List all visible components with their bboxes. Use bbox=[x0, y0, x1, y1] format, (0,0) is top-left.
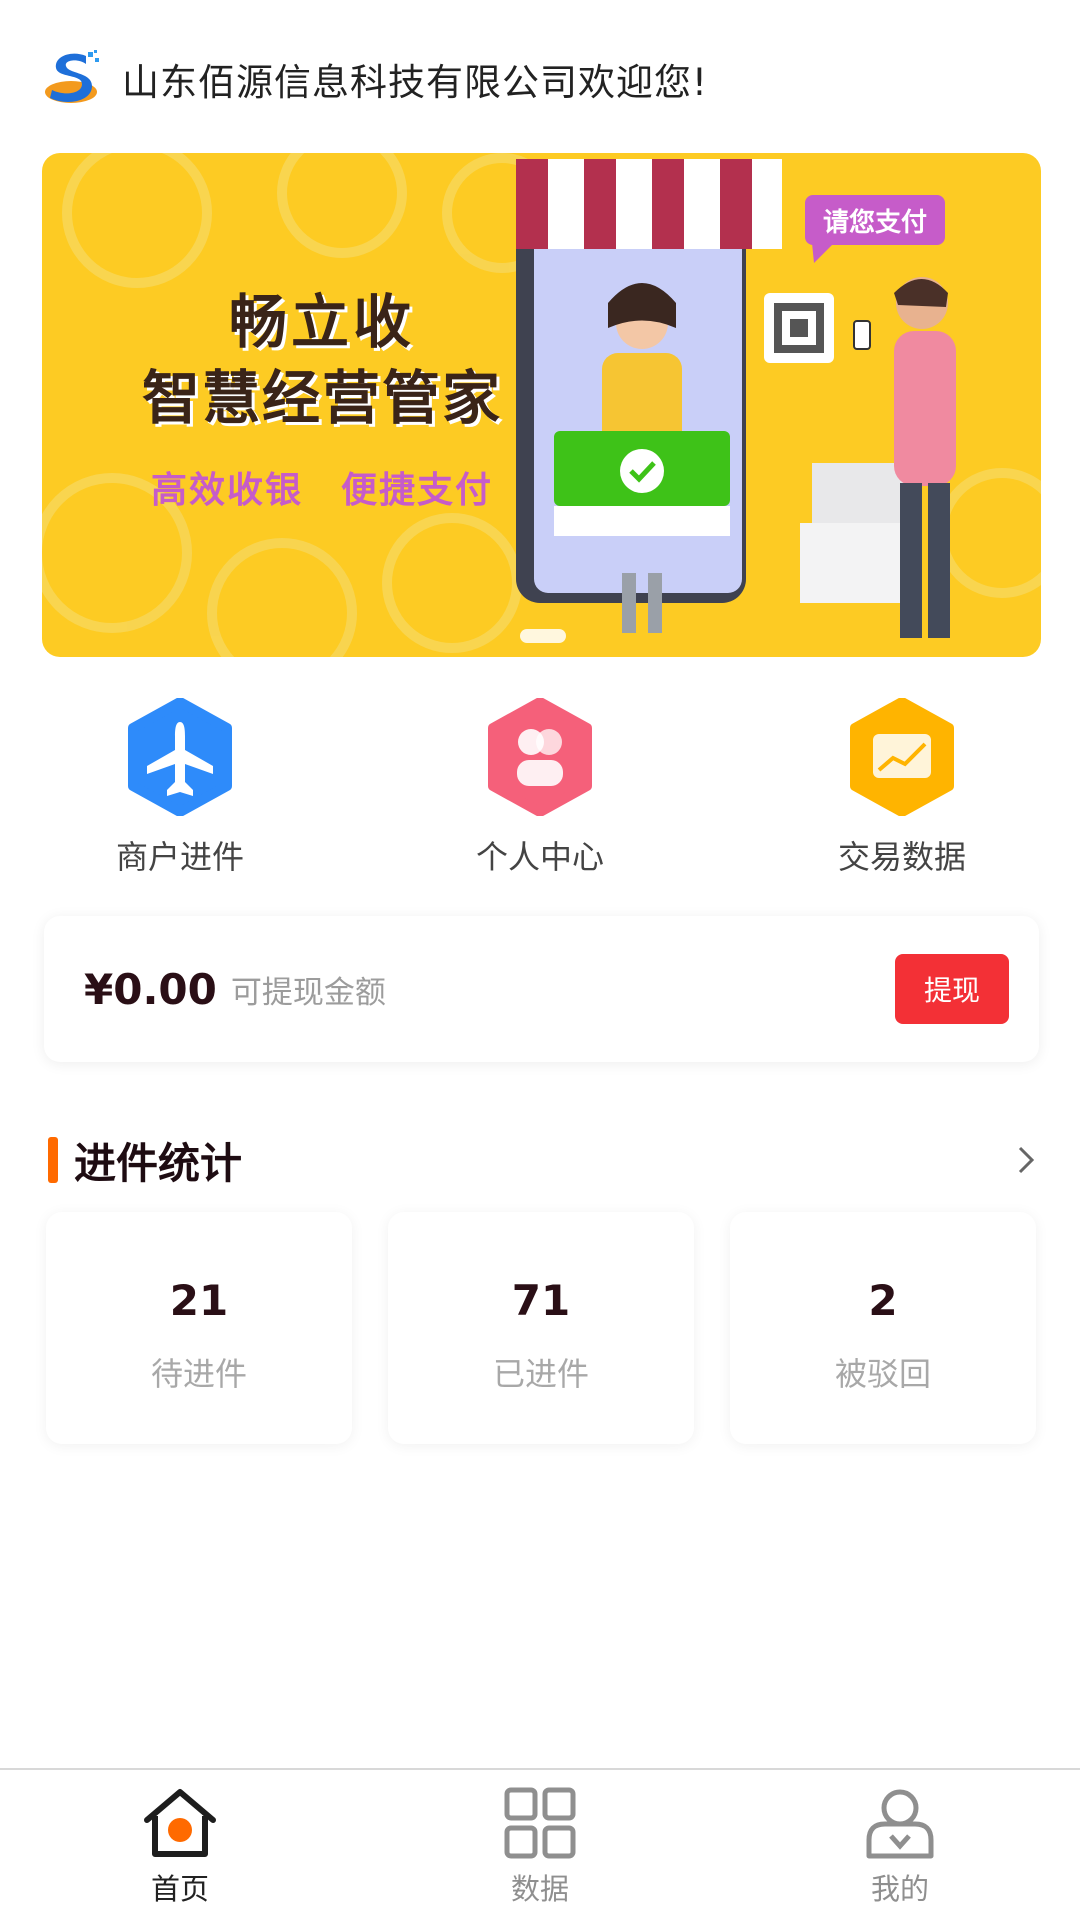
menu-label: 个人中心 bbox=[475, 838, 604, 876]
tab-profile[interactable]: 我的 bbox=[800, 1784, 1000, 1908]
stat-value: 71 bbox=[511, 1276, 571, 1325]
menu-label: 交易数据 bbox=[837, 838, 966, 876]
user-icon bbox=[866, 1789, 934, 1859]
promo-banner[interactable]: 畅立收 智慧经营管家 高效收银 便捷支付 请您支付 bbox=[42, 153, 1041, 657]
tab-label: 数据 bbox=[510, 1872, 569, 1906]
banner-subtitle: 高效收银 便捷支付 bbox=[150, 470, 493, 511]
menu-item-transaction-data[interactable]: 交易数据 bbox=[782, 698, 1022, 878]
bottom-tab-bar: 首页 数据 我的 bbox=[0, 1768, 1080, 1920]
quick-menu: 商户进件 个人中心 交易数据 bbox=[0, 698, 1080, 878]
home-icon bbox=[144, 1789, 216, 1857]
welcome-text: 山东佰源信息科技有限公司欢迎您! bbox=[122, 61, 708, 104]
chevron-right-icon[interactable] bbox=[1012, 1142, 1038, 1178]
home-page: 山东佰源信息科技有限公司欢迎您! 畅立收 智慧经营管家 高效收银 便捷支付 请您… bbox=[0, 0, 1080, 1920]
stats-section-header[interactable]: 进件统计 bbox=[48, 1130, 1038, 1190]
banner-title-line1: 畅立收 bbox=[228, 288, 415, 356]
stat-card-pending[interactable]: 21 待进件 bbox=[46, 1212, 352, 1444]
stat-card-rejected[interactable]: 2 被驳回 bbox=[730, 1212, 1036, 1444]
tab-home[interactable]: 首页 bbox=[80, 1784, 280, 1908]
stat-value: 2 bbox=[868, 1276, 898, 1325]
stat-value: 21 bbox=[169, 1276, 229, 1325]
stat-card-completed[interactable]: 71 已进件 bbox=[388, 1212, 694, 1444]
airplane-icon bbox=[128, 698, 232, 816]
tab-label: 我的 bbox=[870, 1872, 929, 1906]
section-accent-bar bbox=[48, 1137, 58, 1183]
tab-label: 首页 bbox=[150, 1872, 209, 1906]
menu-item-merchant-onboarding[interactable]: 商户进件 bbox=[60, 698, 300, 878]
tab-data[interactable]: 数据 bbox=[440, 1784, 640, 1908]
stat-label: 待进件 bbox=[150, 1355, 247, 1393]
section-title: 进件统计 bbox=[74, 1139, 243, 1188]
menu-item-personal-center[interactable]: 个人中心 bbox=[420, 698, 660, 878]
company-logo-icon bbox=[45, 50, 99, 103]
banner-speech-bubble: 请您支付 bbox=[805, 195, 945, 245]
banner-title-line2: 智慧经营管家 bbox=[141, 364, 502, 432]
menu-label: 商户进件 bbox=[115, 838, 244, 876]
grid-icon bbox=[504, 1787, 576, 1859]
stat-label: 已进件 bbox=[492, 1355, 589, 1393]
balance-label: 可提现金额 bbox=[230, 974, 386, 1011]
balance-card: ¥0.00 可提现金额 提现 bbox=[44, 916, 1039, 1062]
carousel-indicator[interactable] bbox=[520, 629, 566, 643]
stat-label: 被驳回 bbox=[834, 1355, 931, 1393]
header: 山东佰源信息科技有限公司欢迎您! bbox=[42, 44, 708, 114]
balance-amount: ¥0.00 bbox=[84, 964, 217, 1014]
withdraw-button[interactable]: 提现 bbox=[895, 954, 1009, 1024]
person-icon bbox=[488, 698, 592, 816]
chart-icon bbox=[850, 698, 954, 816]
